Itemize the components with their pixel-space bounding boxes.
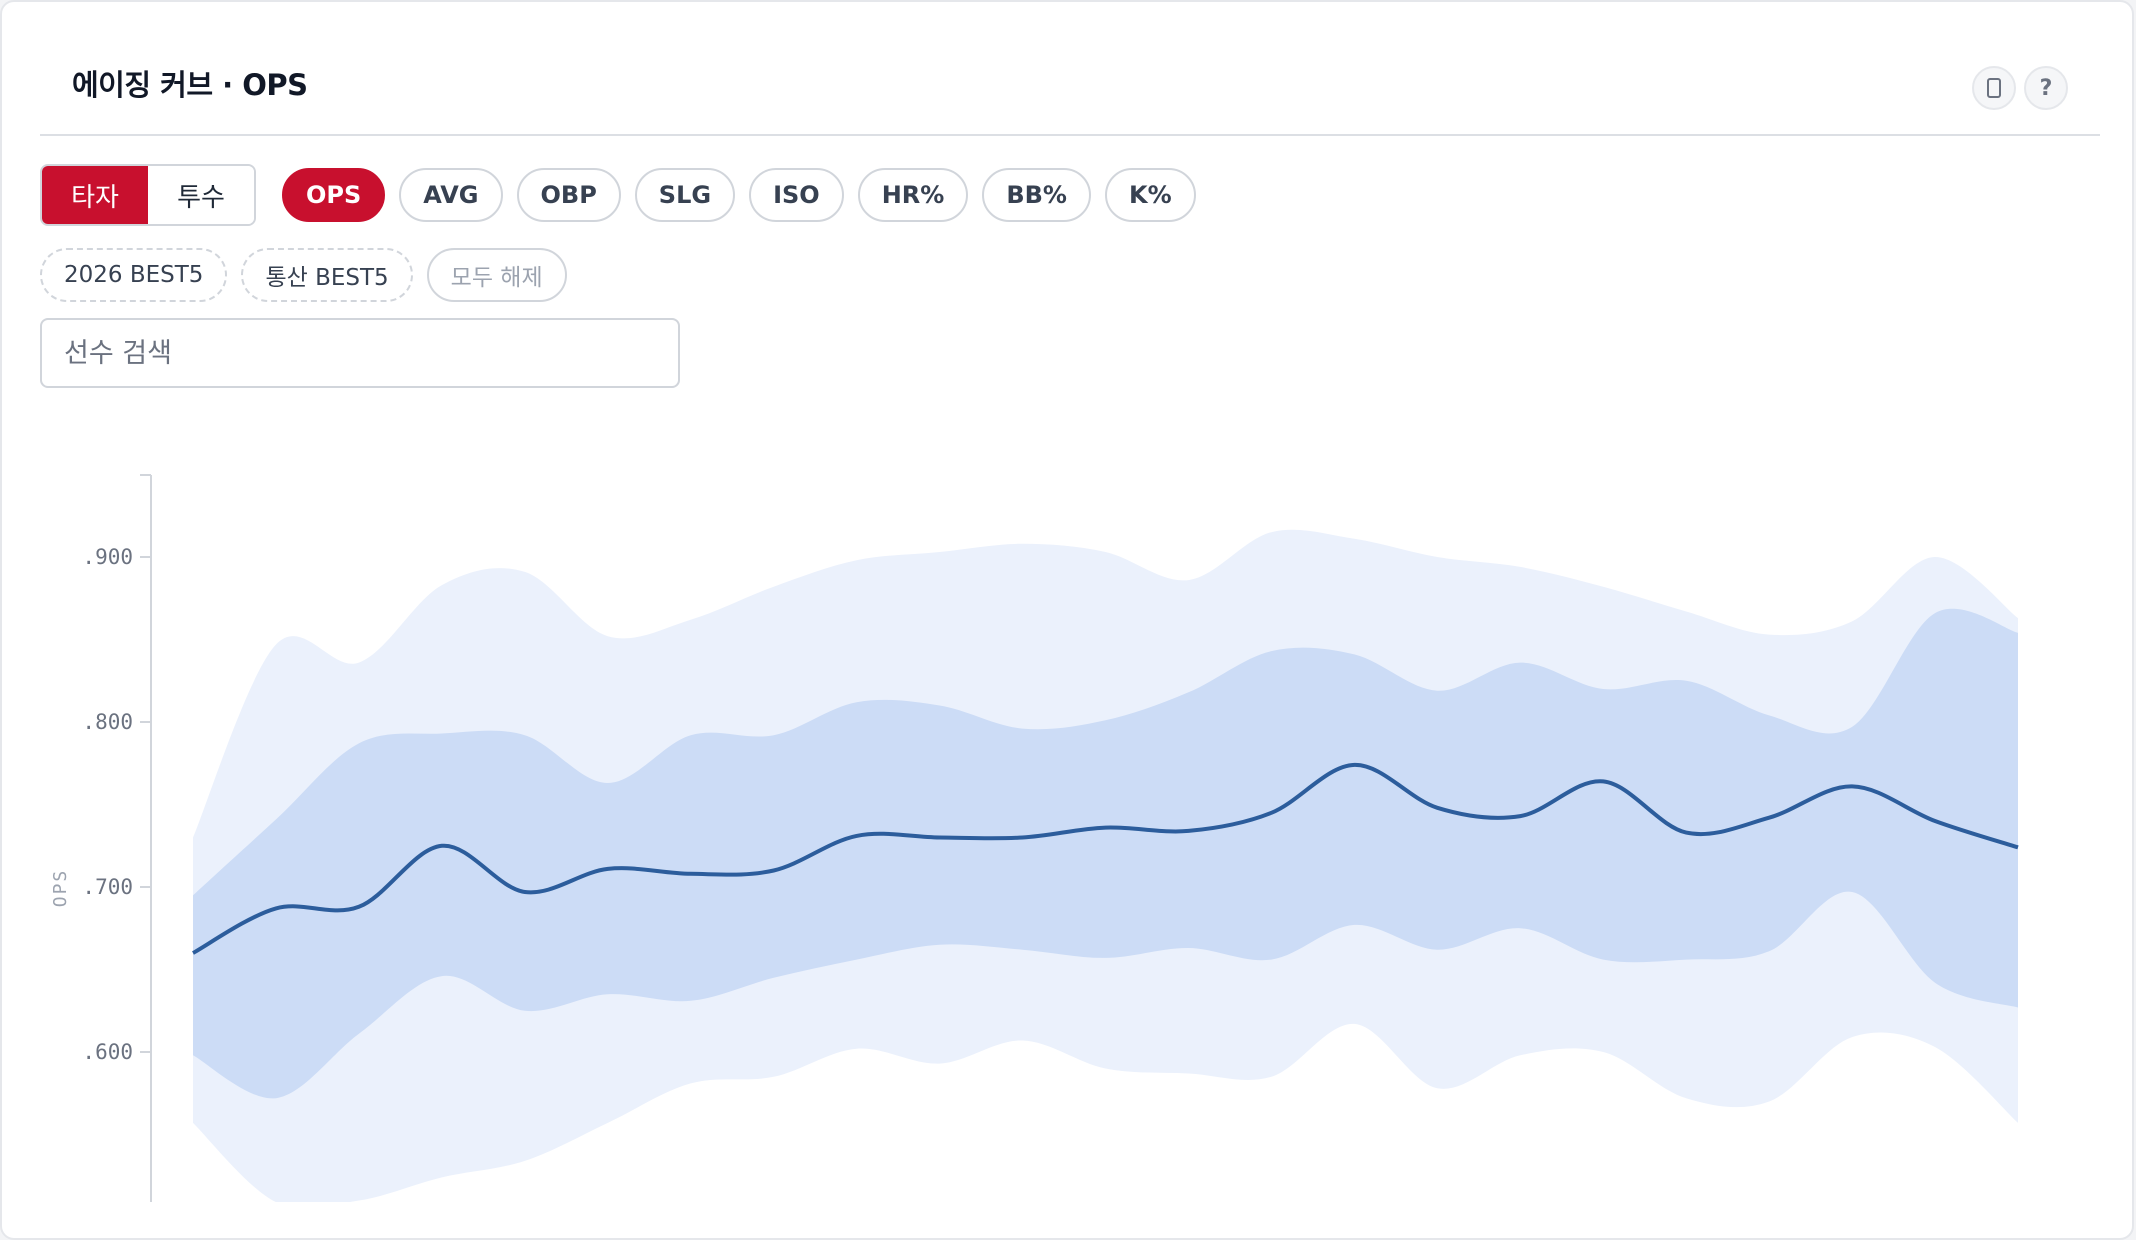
aging-curve-chart: .900 .800 .700 .600 OPS: [50, 474, 2019, 1202]
aging-curve-card: 에이징 커브 · OPS ? 타자 투수 OPS AVG OBP SLG ISO…: [0, 0, 2134, 1240]
clear-all-button[interactable]: 모두 해제: [426, 248, 567, 302]
card-header: 에이징 커브 · OPS ?: [40, 40, 2100, 136]
preset-career-best5[interactable]: 통산 BEST5: [241, 248, 413, 302]
role-option-batter[interactable]: 타자: [42, 166, 148, 224]
y-tick-label: .800: [82, 710, 133, 734]
metric-tab-obp[interactable]: OBP: [516, 168, 621, 222]
player-search-input[interactable]: [40, 318, 680, 388]
metric-tab-k-pct[interactable]: K%: [1104, 168, 1196, 222]
preset-chips: 2026 BEST5 통산 BEST5 모두 해제: [40, 248, 567, 302]
role-option-pitcher[interactable]: 투수: [148, 166, 254, 224]
metric-tab-bb-pct[interactable]: BB%: [982, 168, 1091, 222]
y-tick-label: .600: [82, 1040, 133, 1064]
percentile-bands: [193, 529, 2018, 1202]
metric-tab-iso[interactable]: ISO: [749, 168, 844, 222]
preset-2026-best5[interactable]: 2026 BEST5: [40, 248, 228, 302]
info-icon-glyph: [1987, 78, 2001, 98]
metric-tab-hr-pct[interactable]: HR%: [857, 168, 969, 222]
y-ticks: .900 .800 .700 .600: [82, 545, 151, 1064]
metric-tab-slg[interactable]: SLG: [634, 168, 736, 222]
metric-tab-avg[interactable]: AVG: [399, 168, 503, 222]
role-toggle: 타자 투수: [40, 164, 256, 226]
y-tick-label: .700: [82, 875, 133, 899]
y-tick-label: .900: [82, 545, 133, 569]
page-title: 에이징 커브 · OPS: [72, 68, 308, 102]
y-axis-label: OPS: [50, 869, 71, 908]
metric-tabs: OPS AVG OBP SLG ISO HR% BB% K%: [282, 168, 1196, 222]
info-icon[interactable]: [1972, 66, 2016, 110]
metric-tab-ops[interactable]: OPS: [282, 168, 386, 222]
help-button[interactable]: ?: [2024, 66, 2068, 110]
